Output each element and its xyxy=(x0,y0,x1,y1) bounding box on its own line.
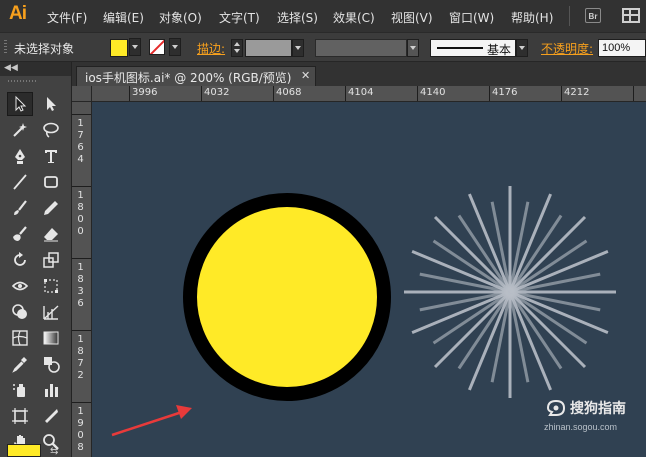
ruler-label: 4212 xyxy=(564,87,590,98)
type-tool-icon[interactable] xyxy=(38,144,64,168)
ruler-label: 1836 xyxy=(77,262,84,309)
menu-select[interactable]: 选择(S) xyxy=(277,9,318,26)
column-graph-tool-icon[interactable] xyxy=(38,378,64,402)
magic-wand-tool-icon[interactable] xyxy=(7,118,33,142)
symbol-sprayer-tool-icon[interactable] xyxy=(7,378,33,402)
gradient-tool-icon[interactable] xyxy=(38,326,64,350)
menu-separator xyxy=(569,6,570,26)
horizontal-ruler[interactable]: 3996 4032 4068 4104 4140 4176 4212 xyxy=(92,86,646,102)
shape-builder-tool-icon[interactable] xyxy=(7,300,33,324)
menu-window[interactable]: 窗口(W) xyxy=(449,9,494,26)
pen-tool-icon[interactable] xyxy=(7,144,33,168)
selection-tool-icon[interactable] xyxy=(7,92,33,116)
ruler-label: 4068 xyxy=(276,87,302,98)
sun-rays[interactable] xyxy=(404,186,616,398)
brush-dropdown-arrow-icon[interactable] xyxy=(516,39,528,57)
vertical-ruler[interactable]: 1764 1800 1836 1872 1908 xyxy=(72,102,92,457)
menu-view[interactable]: 视图(V) xyxy=(391,9,433,26)
document-tab-bar: ios手机图标.ai* @ 200% (RGB/预览) ✕ xyxy=(72,62,646,86)
tools-panel-header: ◀◀ xyxy=(0,62,71,76)
direct-selection-tool-icon[interactable] xyxy=(38,92,64,116)
ruler-label: 1872 xyxy=(77,334,84,381)
ruler-label: 1908 xyxy=(77,406,84,453)
variable-width-dropdown-arrow-icon[interactable] xyxy=(407,39,419,57)
artboard-tool-icon[interactable] xyxy=(7,404,33,428)
free-transform-tool-icon[interactable] xyxy=(38,274,64,298)
menu-effect[interactable]: 效果(C) xyxy=(333,9,375,26)
ruler-label: 4140 xyxy=(420,87,446,98)
fill-dropdown-arrow-icon[interactable] xyxy=(129,38,141,56)
slice-tool-icon[interactable] xyxy=(38,404,64,428)
tools-panel: ◀◀ xyxy=(0,62,72,457)
menu-help[interactable]: 帮助(H) xyxy=(511,9,553,26)
collapse-panel-icon[interactable]: ◀◀ xyxy=(4,63,18,73)
blend-tool-icon[interactable] xyxy=(38,352,64,376)
line-tool-icon[interactable] xyxy=(7,170,33,194)
document-tab-title[interactable]: ios手机图标.ai* @ 200% (RGB/预览) xyxy=(85,69,291,86)
opacity-label[interactable]: 不透明度: xyxy=(541,40,593,57)
artboard-canvas[interactable]: 搜狗指南 zhinan.sogou.com xyxy=(92,102,646,457)
stroke-weight-input[interactable] xyxy=(245,39,292,57)
stroke-label[interactable]: 描边: xyxy=(197,40,225,57)
eyedropper-tool-icon[interactable] xyxy=(7,352,33,376)
width-tool-icon[interactable] xyxy=(7,274,33,298)
mesh-tool-icon[interactable] xyxy=(7,326,33,350)
fill-color-box[interactable] xyxy=(7,444,41,457)
paintbrush-tool-icon[interactable] xyxy=(7,196,33,220)
bridge-button[interactable]: Br xyxy=(585,8,601,23)
stroke-weight-spinner-icon[interactable] xyxy=(231,39,243,57)
sun-circle[interactable] xyxy=(183,193,391,401)
control-bar: 未选择对象 描边: 基本 不透明度: 100% xyxy=(0,32,646,62)
ruler-label: 4176 xyxy=(492,87,518,98)
panel-grip-icon[interactable] xyxy=(4,40,7,54)
eraser-tool-icon[interactable] xyxy=(38,222,64,246)
rectangle-tool-icon[interactable] xyxy=(38,170,64,194)
brush-stroke-preview xyxy=(437,47,483,49)
ruler-origin-corner[interactable] xyxy=(72,86,92,102)
stroke-weight-dropdown-arrow-icon[interactable] xyxy=(292,39,304,57)
stroke-dropdown-arrow-icon[interactable] xyxy=(169,38,181,56)
illustrator-logo[interactable]: Ai xyxy=(9,3,27,25)
opacity-input[interactable]: 100% xyxy=(598,39,646,57)
close-tab-icon[interactable]: ✕ xyxy=(301,69,310,82)
stroke-color-swatch[interactable] xyxy=(149,39,165,55)
menu-file[interactable]: 文件(F) xyxy=(47,9,87,26)
sogou-logo-icon xyxy=(546,399,566,416)
panel-grip-icon[interactable] xyxy=(8,80,38,82)
ruler-label: 3996 xyxy=(132,87,158,98)
variable-width-profile-select[interactable] xyxy=(315,39,407,57)
menu-type[interactable]: 文字(T) xyxy=(219,9,260,26)
watermark-title: 搜狗指南 xyxy=(570,401,626,417)
lasso-tool-icon[interactable] xyxy=(38,118,64,142)
menu-object[interactable]: 对象(O) xyxy=(159,9,202,26)
ruler-label: 4032 xyxy=(204,87,230,98)
document-tab[interactable]: ios手机图标.ai* @ 200% (RGB/预览) ✕ xyxy=(76,66,316,86)
swap-fill-stroke-icon[interactable]: ⇆ xyxy=(50,446,58,457)
blob-brush-tool-icon[interactable] xyxy=(7,222,33,246)
ruler-label: 4104 xyxy=(348,87,374,98)
fill-color-swatch[interactable] xyxy=(110,39,128,57)
brush-definition-select[interactable]: 基本 xyxy=(430,39,516,57)
rotate-tool-icon[interactable] xyxy=(7,248,33,272)
watermark-url: zhinan.sogou.com xyxy=(544,422,618,432)
perspective-grid-tool-icon[interactable] xyxy=(38,300,64,324)
pencil-tool-icon[interactable] xyxy=(38,196,64,220)
ruler-label: 1764 xyxy=(77,118,84,165)
menu-bar: Ai 文件(F) 编辑(E) 对象(O) 文字(T) 选择(S) 效果(C) 视… xyxy=(0,0,646,32)
scale-tool-icon[interactable] xyxy=(38,248,64,272)
selection-status: 未选择对象 xyxy=(14,42,75,56)
menu-edit[interactable]: 编辑(E) xyxy=(103,9,144,26)
ruler-label: 1800 xyxy=(77,190,84,237)
red-arrow-annotation xyxy=(111,405,192,437)
workspace-switcher-icon[interactable] xyxy=(622,8,640,23)
brush-definition-label: 基本 xyxy=(487,43,512,57)
